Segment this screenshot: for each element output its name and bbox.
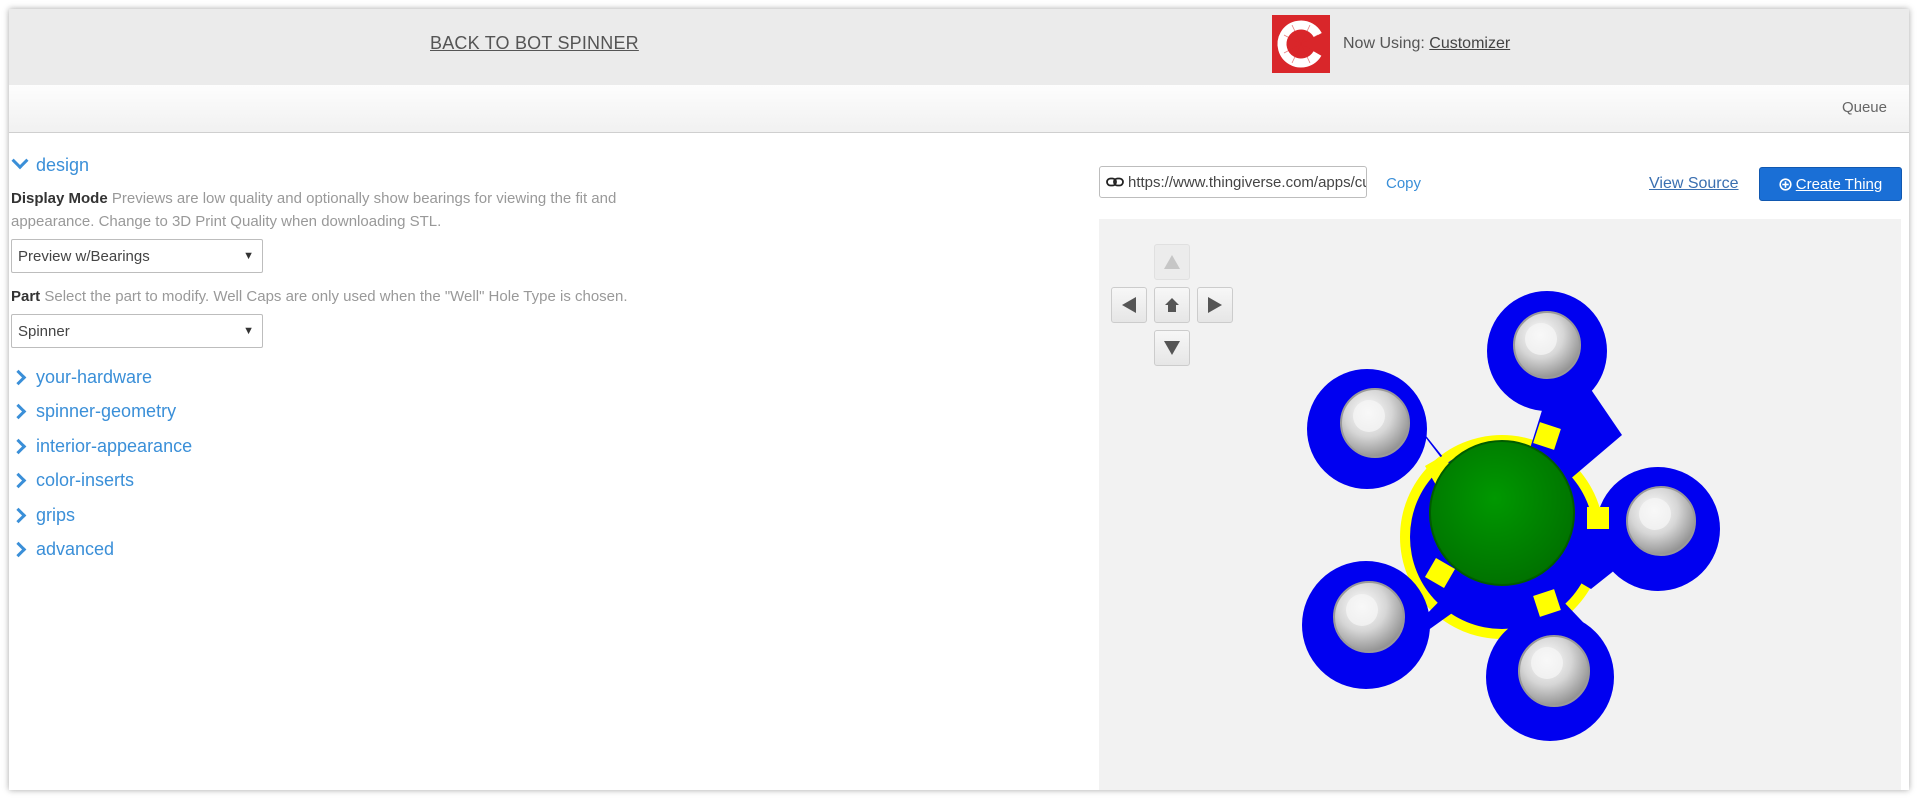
section-spinner-geometry[interactable]: spinner-geometry: [10, 395, 711, 430]
3d-preview-viewer[interactable]: [1099, 219, 1901, 790]
chevron-right-icon: [10, 403, 27, 420]
section-label: advanced: [36, 539, 115, 560]
part-description: Part Select the part to modify. Well Cap…: [11, 285, 691, 308]
display-mode-value: Preview w/Bearings: [18, 248, 150, 265]
fidget-spinner: [1302, 291, 1720, 741]
section-label: grips: [36, 504, 76, 525]
now-using-label: Now Using:: [1343, 35, 1425, 52]
part-select[interactable]: Spinner ▼: [11, 314, 263, 348]
app-window: BACK TO BOT SPINNER Now Using: Customize…: [9, 9, 1909, 790]
chevron-right-icon: [10, 541, 27, 558]
section-label: spinner-geometry: [36, 401, 177, 422]
link-icon: [1106, 177, 1124, 187]
customizer-logo-icon: [1272, 15, 1330, 73]
view-source-link[interactable]: View Source: [1649, 175, 1739, 193]
chevron-down-icon: [11, 152, 29, 170]
section-label: your-hardware: [36, 366, 153, 387]
design-section-toggle[interactable]: design: [11, 151, 711, 179]
create-thing-label: Create Thing: [1795, 175, 1883, 193]
section-your-hardware[interactable]: your-hardware: [10, 360, 711, 395]
display-mode-select[interactable]: Preview w/Bearings ▼: [11, 239, 263, 273]
section-label: interior-appearance: [36, 435, 193, 456]
copy-link-button[interactable]: Copy: [1386, 175, 1421, 192]
back-to-bot-spinner-link[interactable]: BACK TO BOT SPINNER: [430, 33, 639, 54]
collapsed-sections: your-hardware spinner-geometry interior-…: [10, 360, 711, 568]
top-bar: BACK TO BOT SPINNER Now Using: Customize…: [9, 9, 1909, 85]
chevron-right-icon: [10, 472, 27, 489]
section-advanced[interactable]: advanced: [10, 533, 711, 568]
part-value: Spinner: [18, 323, 70, 340]
chevron-right-icon: [10, 507, 27, 524]
share-url-text: https://www.thingiverse.com/apps/customi…: [1128, 173, 1366, 191]
display-mode-description: Display Mode Previews are low quality an…: [11, 187, 691, 233]
secondary-toolbar: Queue: [9, 85, 1909, 133]
part-label: Part: [11, 288, 41, 305]
green-hub: [1429, 440, 1575, 586]
spinner-model: [1302, 291, 1720, 741]
chevron-right-icon: [10, 438, 27, 455]
now-using-text: Now Using: Customizer: [1343, 35, 1510, 53]
dropdown-caret-icon: ▼: [243, 250, 254, 262]
create-plus-circle-icon: [1779, 177, 1792, 191]
section-interior-appearance[interactable]: interior-appearance: [10, 429, 711, 464]
section-label: color-inserts: [36, 470, 135, 491]
design-section-label: design: [36, 154, 90, 175]
section-grips[interactable]: grips: [10, 498, 711, 533]
section-color-inserts[interactable]: color-inserts: [10, 464, 711, 499]
queue-link[interactable]: Queue: [1842, 99, 1887, 116]
share-url-field[interactable]: https://www.thingiverse.com/apps/customi…: [1099, 166, 1367, 198]
create-thing-button[interactable]: Create Thing: [1759, 167, 1902, 201]
parameters-panel: design Display Mode Previews are low qua…: [10, 151, 711, 568]
part-help: Select the part to modify. Well Caps are…: [44, 288, 628, 305]
chevron-right-icon: [10, 369, 27, 386]
customizer-link[interactable]: Customizer: [1429, 35, 1510, 52]
dropdown-caret-icon: ▼: [243, 325, 254, 337]
display-mode-label: Display Mode: [11, 190, 108, 207]
